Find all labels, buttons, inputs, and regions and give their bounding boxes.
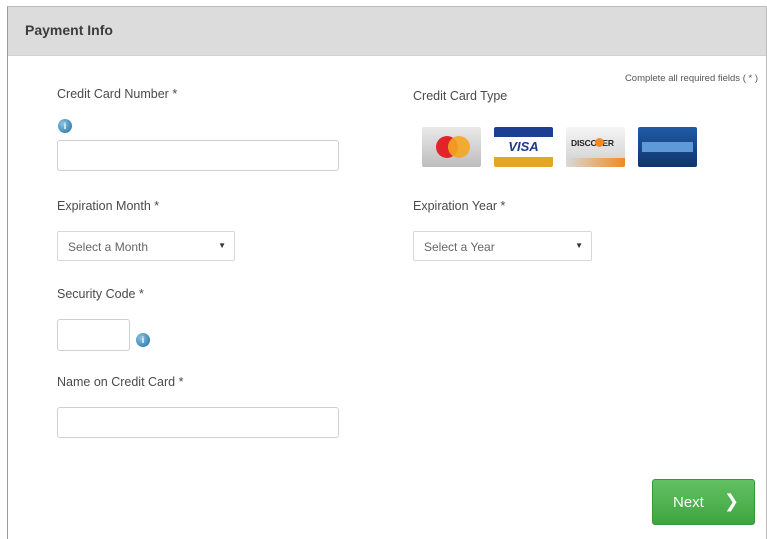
card-number-info-icon[interactable]: i	[58, 119, 72, 133]
exp-year-label: Expiration Year *	[413, 199, 506, 213]
next-button-label: Next	[673, 494, 704, 511]
card-number-label: Credit Card Number *	[57, 87, 178, 101]
card-number-input[interactable]	[57, 140, 339, 171]
required-fields-note: Complete all required fields ( * )	[624, 73, 758, 84]
mastercard-icon[interactable]	[422, 127, 481, 167]
chevron-down-icon: ▼	[575, 241, 583, 250]
security-code-label: Security Code *	[57, 287, 144, 301]
exp-month-select[interactable]: Select a Month ▼	[57, 231, 235, 261]
discover-text: DISCOVER	[571, 138, 614, 148]
security-code-input[interactable]	[57, 319, 130, 351]
exp-month-label: Expiration Month *	[57, 199, 160, 213]
next-button[interactable]: Next ❯	[652, 479, 755, 525]
name-on-card-input[interactable]	[57, 407, 339, 438]
visa-text: VISA	[508, 139, 539, 154]
exp-year-select[interactable]: Select a Year ▼	[413, 231, 592, 261]
discover-icon[interactable]: DISCOVER	[566, 127, 625, 167]
name-on-card-label: Name on Credit Card *	[57, 375, 184, 389]
chevron-down-icon: ▼	[218, 241, 226, 250]
amex-icon[interactable]	[638, 127, 697, 167]
exp-month-selected: Select a Month	[68, 240, 149, 254]
security-code-info-icon[interactable]: i	[136, 333, 150, 347]
payment-panel: Payment Info Complete all required field…	[7, 6, 767, 539]
card-type-label: Credit Card Type	[413, 89, 508, 103]
exp-year-selected: Select a Year	[424, 240, 495, 254]
visa-icon[interactable]: VISA	[494, 127, 553, 167]
panel-title: Payment Info	[25, 22, 113, 38]
chevron-right-icon: ❯	[724, 491, 740, 511]
panel-header: Payment Info	[8, 7, 766, 56]
